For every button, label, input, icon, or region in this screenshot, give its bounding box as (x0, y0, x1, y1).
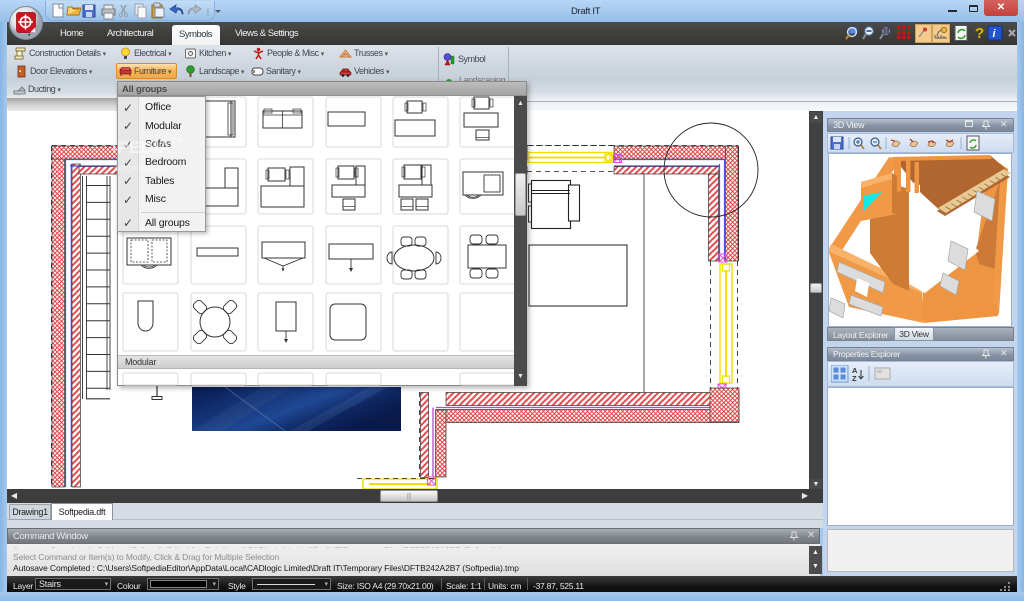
svg-text:Z: Z (852, 374, 857, 383)
svg-text:?: ? (975, 25, 984, 42)
